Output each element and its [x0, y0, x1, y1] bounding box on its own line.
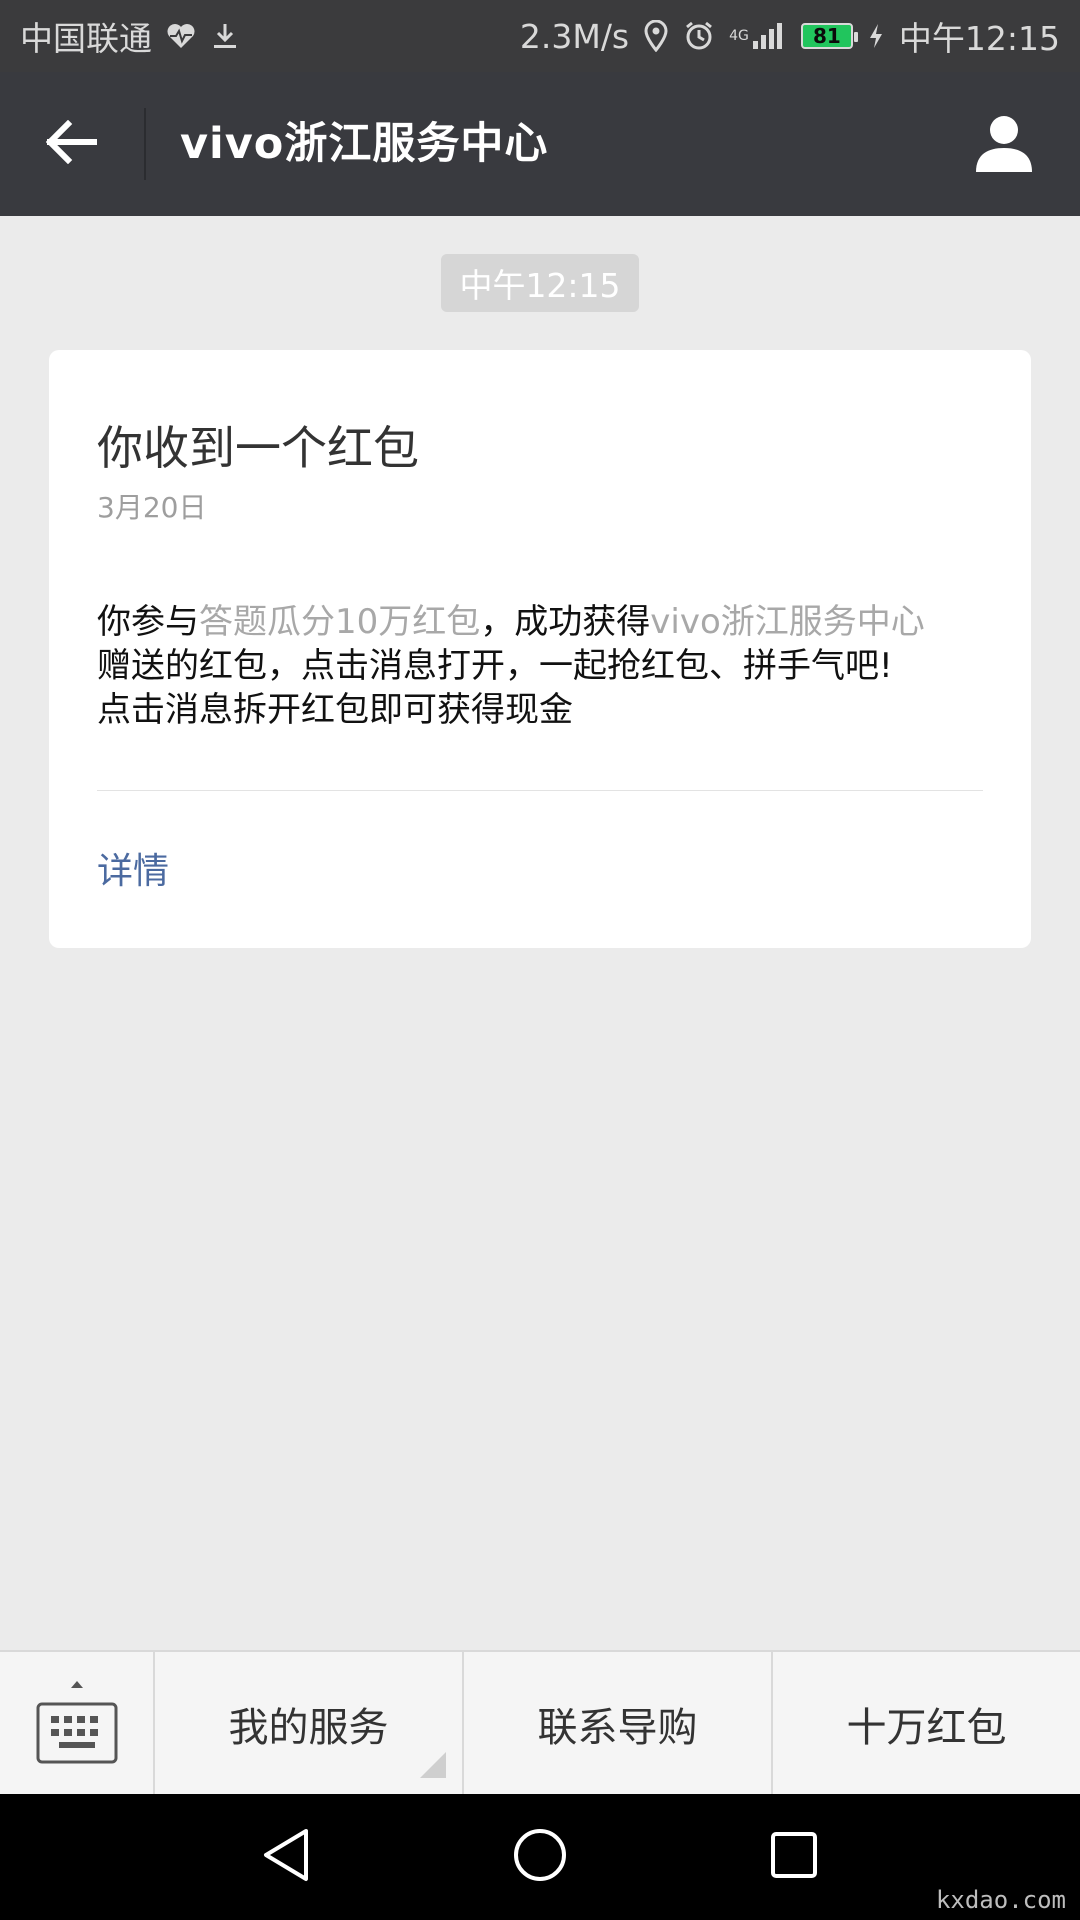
- location-icon: [643, 20, 669, 52]
- menu-item-contact-guide[interactable]: 联系导购: [464, 1652, 773, 1796]
- card-title: 你收到一个红包: [97, 421, 419, 475]
- network-type-label: 4G: [729, 28, 749, 44]
- download-icon: [210, 21, 240, 51]
- battery-level: 81: [812, 24, 841, 48]
- page-title: vivo浙江服务中心: [180, 119, 549, 169]
- status-bar: 中国联通 2.3M/s 4G 81 中午12:15: [0, 0, 1080, 72]
- profile-icon: [972, 110, 1036, 178]
- time-badge-label: 中午12:15: [459, 266, 621, 305]
- submenu-indicator-icon: [420, 1752, 446, 1778]
- nav-bar: vivo浙江服务中心: [0, 72, 1080, 216]
- card-body-line2: 赠送的红包，点击消息打开，一起抢红包、拼手气吧!: [97, 646, 893, 686]
- back-button[interactable]: [36, 108, 108, 180]
- menu-item-label: 联系导购: [537, 1705, 698, 1751]
- menu-item-red-packet[interactable]: 十万红包: [773, 1652, 1080, 1796]
- profile-button[interactable]: [968, 108, 1040, 180]
- status-left: 中国联通: [20, 12, 240, 60]
- watermark: kxdao.com: [935, 1886, 1066, 1914]
- nav-divider: [144, 108, 146, 180]
- system-nav-bar: [0, 1794, 1080, 1920]
- carrier-name: 中国联通: [20, 19, 152, 58]
- back-arrow-icon: [45, 119, 98, 168]
- heart-pulse-icon: [166, 22, 196, 50]
- keyboard-icon: [35, 1678, 119, 1770]
- system-home-button[interactable]: [508, 1825, 572, 1889]
- system-back-button[interactable]: [254, 1825, 318, 1889]
- home-circle-icon: [512, 1827, 568, 1887]
- card-divider: [97, 790, 983, 791]
- card-body-line3: 点击消息拆开红包即可获得现金: [97, 690, 573, 730]
- alarm-icon: [683, 20, 715, 52]
- red-packet-message-card[interactable]: 你收到一个红包 3月20日 你参与答题瓜分10万红包，成功获得vivo浙江服务中…: [49, 350, 1031, 948]
- charging-icon: [867, 22, 885, 50]
- card-body: 你参与答题瓜分10万红包，成功获得vivo浙江服务中心 赠送的红包，点击消息打开…: [97, 600, 983, 732]
- menu-item-my-services[interactable]: 我的服务: [155, 1652, 464, 1796]
- details-link[interactable]: 详情: [97, 842, 169, 894]
- card-body-part3: ，成功获得: [480, 602, 651, 642]
- card-body-sender: vivo浙江服务中心: [650, 602, 925, 642]
- menu-item-label: 我的服务: [228, 1705, 389, 1751]
- status-right: 2.3M/s 4G 81 中午12:15: [520, 12, 1060, 60]
- net-speed: 2.3M/s: [519, 16, 630, 56]
- keyboard-toggle-button[interactable]: [0, 1652, 155, 1796]
- card-body-activity: 答题瓜分10万红包: [199, 602, 481, 642]
- signal-icon: 4G: [729, 21, 787, 51]
- system-recent-button[interactable]: [762, 1825, 826, 1889]
- bottom-menu-bar: 我的服务 联系导购 十万红包: [0, 1650, 1080, 1796]
- recent-square-icon: [769, 1830, 819, 1884]
- message-time-badge: 中午12:15: [441, 254, 639, 312]
- card-body-part1: 你参与: [97, 602, 199, 642]
- battery-indicator: 81: [800, 23, 858, 49]
- status-time: 中午12:15: [898, 19, 1060, 58]
- back-triangle-icon: [260, 1827, 312, 1887]
- menu-item-label: 十万红包: [846, 1705, 1007, 1751]
- card-date: 3月20日: [97, 491, 207, 524]
